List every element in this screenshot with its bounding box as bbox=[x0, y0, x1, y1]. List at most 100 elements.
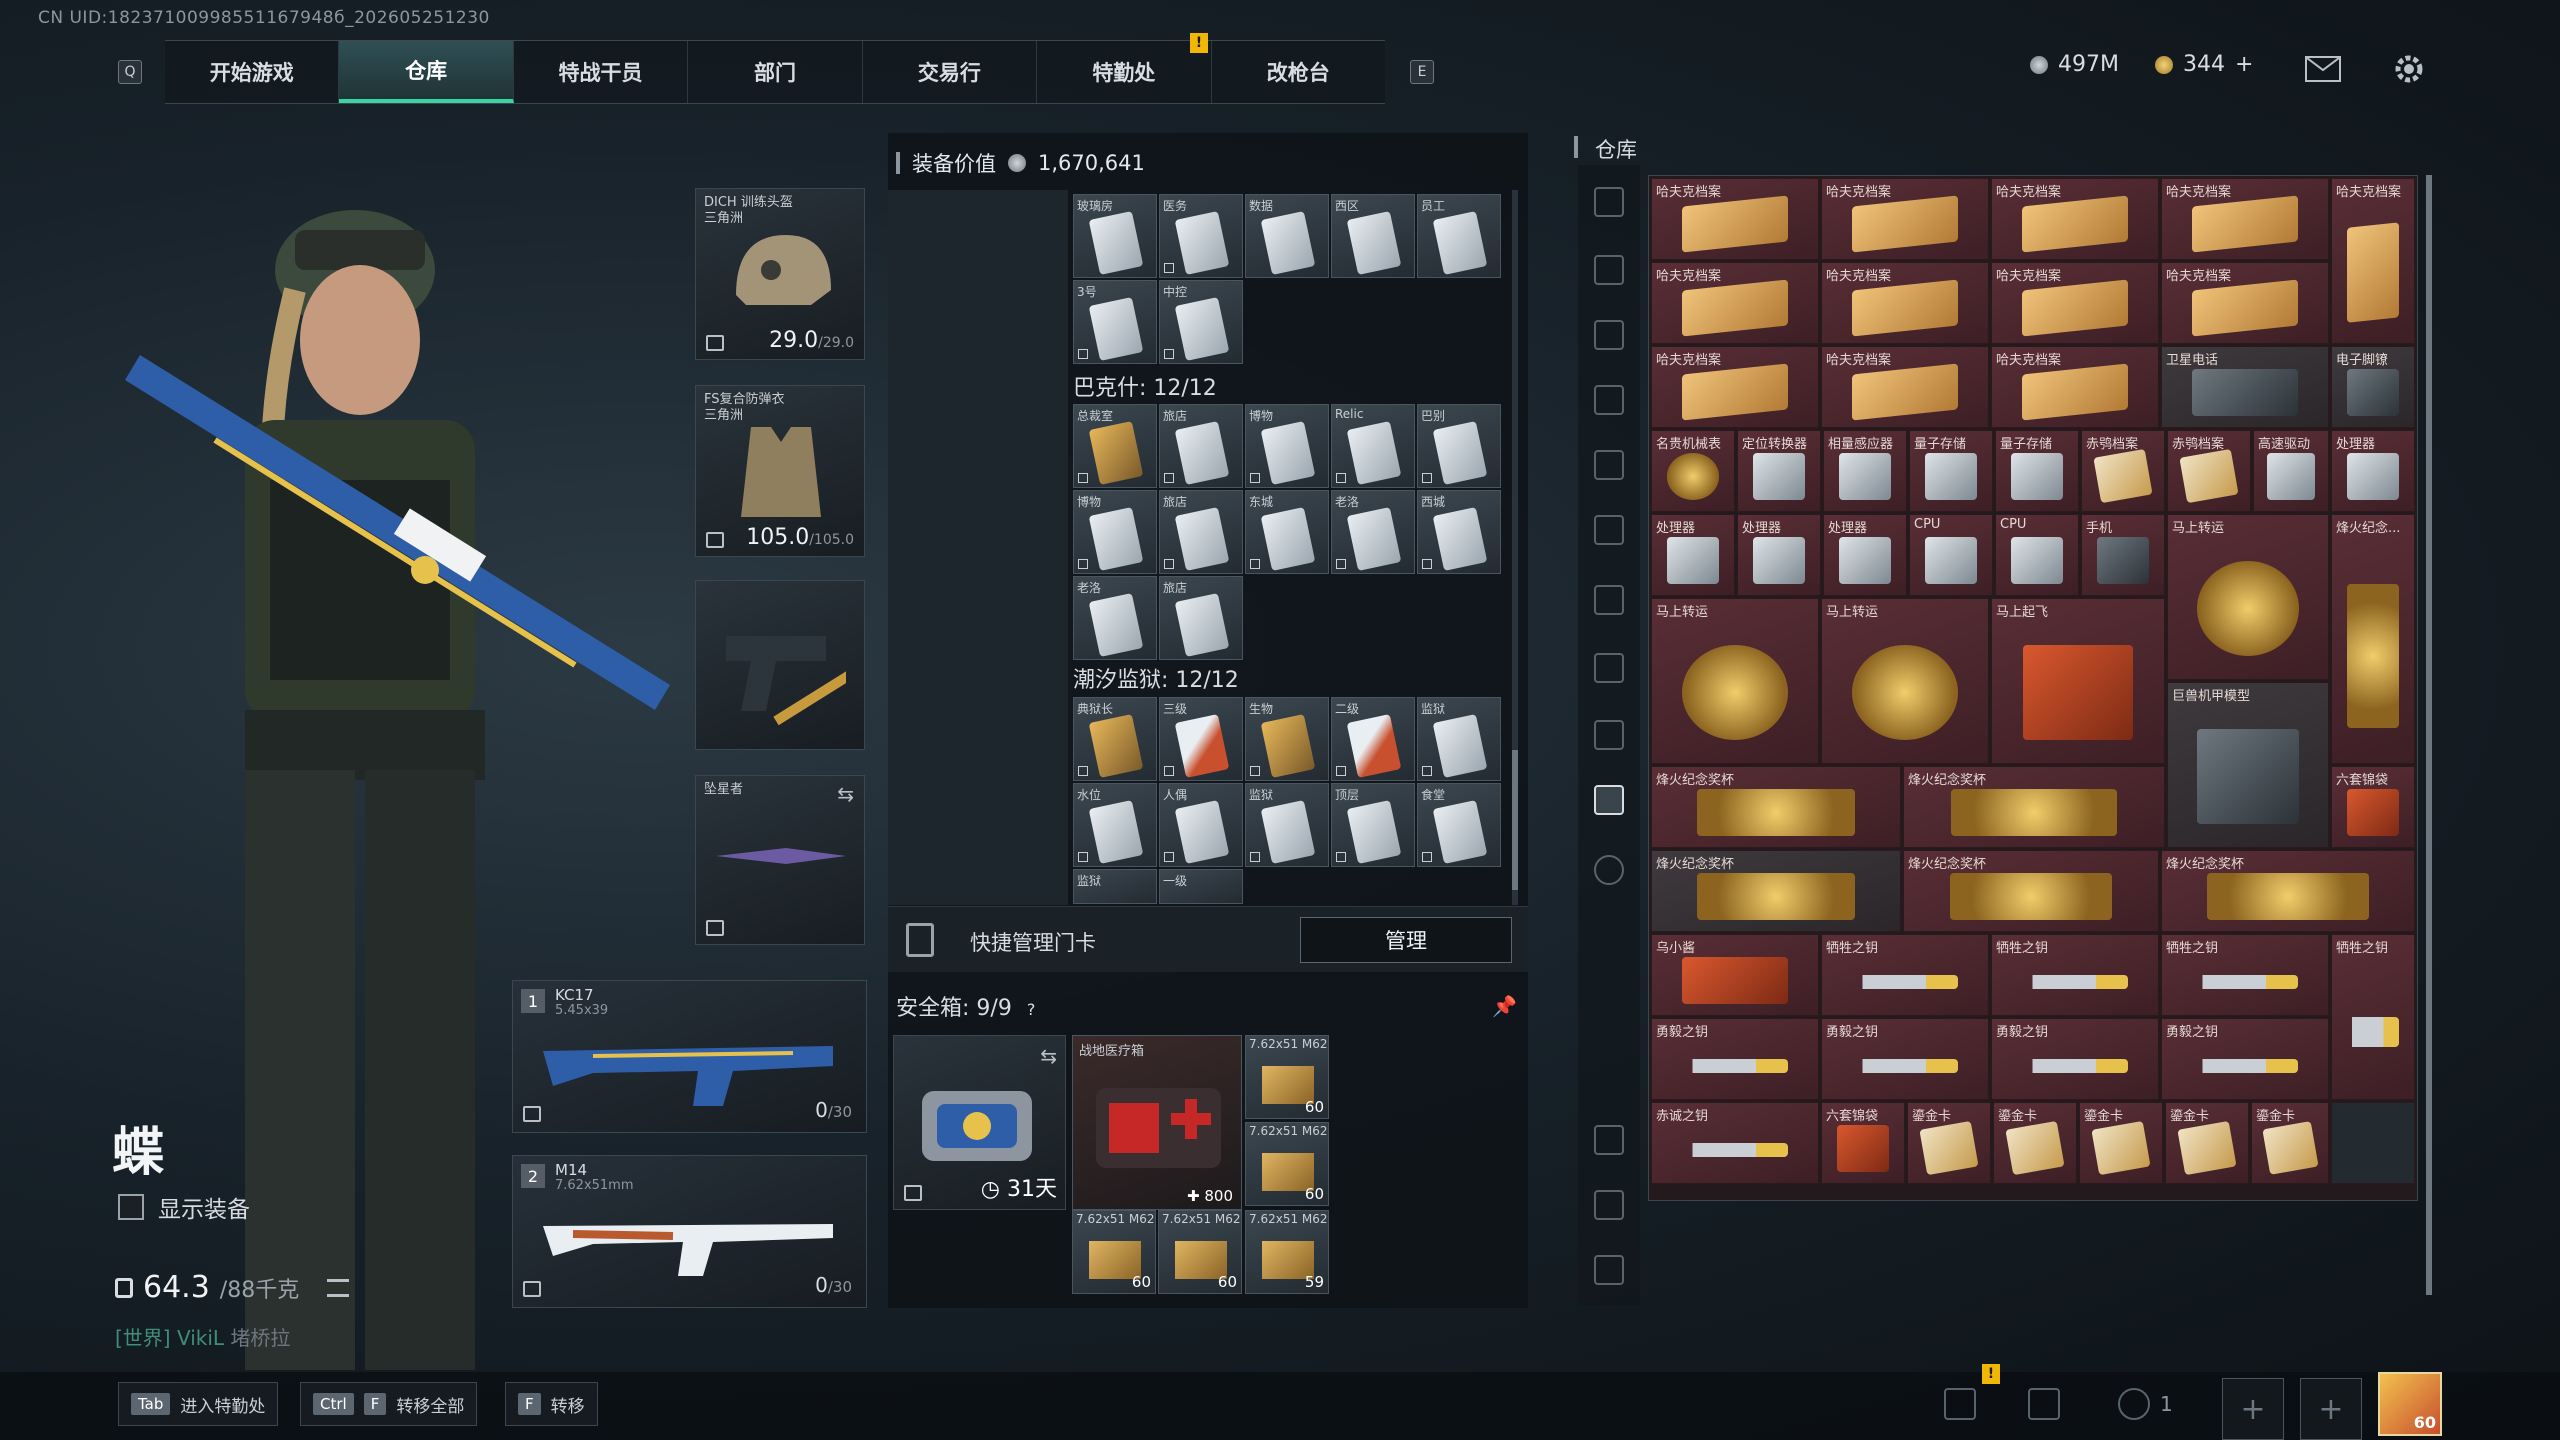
card-item[interactable]: 东城 bbox=[1245, 490, 1329, 574]
world-chat-line[interactable]: [世界] VikiL 堵桥拉 bbox=[115, 1322, 290, 1351]
warehouse-item[interactable]: 处理器 bbox=[1823, 514, 1907, 596]
category-weapon-icon[interactable] bbox=[1594, 320, 1624, 350]
warehouse-item[interactable]: 马上转运 bbox=[2167, 514, 2329, 680]
warehouse-item[interactable]: 马上起飞 bbox=[1991, 598, 2165, 764]
warehouse-item[interactable]: 相量感应器 bbox=[1823, 430, 1907, 512]
warehouse-item[interactable]: 牺牲之钥 bbox=[1991, 934, 2159, 1016]
warehouse-item[interactable]: 哈夫克档案 bbox=[1821, 262, 1989, 344]
warehouse-item[interactable]: 鎏金卡 bbox=[2251, 1102, 2329, 1184]
card-item[interactable]: 博物 bbox=[1073, 490, 1157, 574]
card-item[interactable]: 顶层 bbox=[1331, 783, 1415, 867]
show-equipment-toggle[interactable]: 显示装备 bbox=[118, 1190, 250, 1224]
warehouse-item[interactable]: 哈夫克档案 bbox=[2161, 178, 2329, 260]
hotkey-transfer[interactable]: F 转移 bbox=[505, 1382, 598, 1426]
hotkey-enter-special-ops[interactable]: Tab 进入特勤处 bbox=[118, 1382, 279, 1426]
card-item[interactable]: 三级 bbox=[1159, 697, 1243, 781]
card-item[interactable]: 博物 bbox=[1245, 404, 1329, 488]
warehouse-item[interactable]: 高速驱动 bbox=[2253, 430, 2329, 512]
category-weapon-icon[interactable] bbox=[1594, 385, 1624, 415]
card-item[interactable]: 数据 bbox=[1245, 194, 1329, 278]
warehouse-item[interactable]: 哈夫克档案 bbox=[1651, 346, 1819, 428]
card-item[interactable]: Relic bbox=[1331, 404, 1415, 488]
show-equipment-checkbox[interactable] bbox=[118, 1194, 144, 1220]
warehouse-item[interactable]: 电子脚镣 bbox=[2331, 346, 2415, 428]
bonds-display[interactable]: 344 + bbox=[2155, 52, 2253, 77]
warehouse-item[interactable]: 哈夫克档案 bbox=[2161, 262, 2329, 344]
warehouse-item[interactable]: 处理器 bbox=[2331, 430, 2415, 512]
warehouse-item[interactable]: 鎏金卡 bbox=[2079, 1102, 2163, 1184]
warehouse-item[interactable]: 量子存储 bbox=[1909, 430, 1993, 512]
list-icon[interactable] bbox=[327, 1278, 350, 1297]
add-teammate-button[interactable]: + bbox=[2300, 1378, 2362, 1440]
card-item[interactable]: 监狱 bbox=[1073, 869, 1157, 904]
warehouse-item[interactable]: 量子存储 bbox=[1995, 430, 2079, 512]
warehouse-item[interactable]: 烽火纪念奖杯 bbox=[1903, 850, 2159, 932]
warehouse-empty-cell[interactable] bbox=[2331, 1102, 2415, 1184]
secondary-weapon-slot[interactable]: 2 M14 7.62x51mm 0/30 bbox=[512, 1155, 867, 1308]
card-item[interactable]: 食堂 bbox=[1417, 783, 1501, 867]
warehouse-item[interactable]: 哈夫克档案 bbox=[2331, 178, 2415, 344]
helmet-slot[interactable]: DICH 训练头盔 三角洲 29.0/29.0 bbox=[695, 188, 865, 360]
melee-slot[interactable]: 坠星者 ⇆ bbox=[695, 775, 865, 945]
safe-box-slot[interactable]: ⇆ ◷ 31天 bbox=[893, 1035, 1066, 1210]
friends-icon[interactable] bbox=[2118, 1388, 2150, 1420]
warehouse-item[interactable]: 勇毅之钥 bbox=[1991, 1018, 2159, 1100]
category-vest-icon[interactable] bbox=[1594, 653, 1624, 683]
ammo-item[interactable]: 7.62x51 M62 60 bbox=[1245, 1035, 1329, 1119]
category-vest-icon[interactable] bbox=[1594, 720, 1624, 750]
warehouse-item[interactable]: 六套锦袋 bbox=[2331, 766, 2415, 848]
flag-icon[interactable] bbox=[2028, 1388, 2060, 1420]
card-item[interactable]: 老洛 bbox=[1073, 576, 1157, 660]
warehouse-item[interactable]: 牺牲之钥 bbox=[2161, 934, 2329, 1016]
pin-icon[interactable]: 📌 bbox=[1492, 994, 1517, 1018]
tab-operators[interactable]: 特战干员 bbox=[514, 41, 689, 103]
mail-icon[interactable] bbox=[2305, 56, 2341, 82]
warehouse-item[interactable]: 哈夫克档案 bbox=[1821, 178, 1989, 260]
warehouse-item[interactable]: 牺牲之钥 bbox=[2331, 934, 2415, 1100]
card-item[interactable]: 旅店 bbox=[1159, 404, 1243, 488]
warehouse-item[interactable]: 乌小酱 bbox=[1651, 934, 1819, 1016]
card-item[interactable]: 老洛 bbox=[1331, 490, 1415, 574]
warehouse-item[interactable]: 哈夫克档案 bbox=[1651, 262, 1819, 344]
warehouse-item[interactable]: CPU bbox=[1995, 514, 2079, 596]
player-avatar[interactable]: 60 bbox=[2378, 1372, 2442, 1436]
warehouse-item[interactable]: 赤鸮档案 bbox=[2081, 430, 2165, 512]
warehouse-item[interactable]: 鎏金卡 bbox=[1907, 1102, 1991, 1184]
warehouse-item[interactable]: 哈夫克档案 bbox=[1821, 346, 1989, 428]
manage-button[interactable]: 管理 bbox=[1300, 917, 1512, 963]
warehouse-item[interactable]: 牺牲之钥 bbox=[1821, 934, 1989, 1016]
add-bonds-button[interactable]: + bbox=[2235, 52, 2253, 77]
warehouse-item[interactable]: 处理器 bbox=[1737, 514, 1821, 596]
primary-weapon-slot[interactable]: 1 KC17 5.45x39 0/30 bbox=[512, 980, 867, 1133]
scrollbar[interactable] bbox=[1512, 190, 1518, 905]
card-item[interactable]: 玻璃房 bbox=[1073, 194, 1157, 278]
card-item[interactable]: 员工 bbox=[1417, 194, 1501, 278]
warehouse-item[interactable]: 哈夫克档案 bbox=[1991, 178, 2159, 260]
card-item[interactable]: 3号 bbox=[1073, 280, 1157, 364]
warehouse-item[interactable]: 烽火纪念奖杯 bbox=[1651, 766, 1901, 848]
stats-icon[interactable] bbox=[1944, 1388, 1976, 1420]
warehouse-item[interactable]: CPU bbox=[1909, 514, 1993, 596]
swap-icon[interactable]: ⇆ bbox=[837, 782, 854, 806]
category-armor-icon[interactable] bbox=[1594, 585, 1624, 615]
scrollbar-thumb[interactable] bbox=[1512, 750, 1518, 890]
card-item[interactable]: 监狱 bbox=[1417, 697, 1501, 781]
card-item[interactable]: 人偶 bbox=[1159, 783, 1243, 867]
warehouse-item[interactable]: 赤诚之钥 bbox=[1651, 1102, 1819, 1184]
warehouse-item[interactable]: 哈夫克档案 bbox=[1991, 346, 2159, 428]
warehouse-item[interactable]: 定位转换器 bbox=[1737, 430, 1821, 512]
help-icon[interactable]: ? bbox=[1027, 1000, 1036, 1019]
ammo-item[interactable]: 7.62x51 M62 59 bbox=[1245, 1210, 1329, 1294]
ammo-item[interactable]: 7.62x51 M62 60 bbox=[1158, 1210, 1242, 1294]
tab-department[interactable]: 部门 bbox=[688, 41, 863, 103]
category-all-icon[interactable] bbox=[1594, 187, 1624, 217]
warehouse-item[interactable]: 赤鸮档案 bbox=[2167, 430, 2251, 512]
card-item[interactable]: 监狱 bbox=[1245, 783, 1329, 867]
warehouse-item[interactable]: 马上转运 bbox=[1821, 598, 1989, 764]
tab-start-game[interactable]: 开始游戏 bbox=[165, 41, 340, 103]
warehouse-item[interactable]: 处理器 bbox=[1651, 514, 1735, 596]
warehouse-item[interactable]: 烽火纪念奖杯 bbox=[2161, 850, 2415, 932]
tab-gunsmith[interactable]: 改枪台 bbox=[1212, 41, 1385, 103]
medkit-item[interactable]: 战地医疗箱 ✚ 800 bbox=[1072, 1035, 1242, 1210]
add-teammate-button[interactable]: + bbox=[2222, 1378, 2284, 1440]
